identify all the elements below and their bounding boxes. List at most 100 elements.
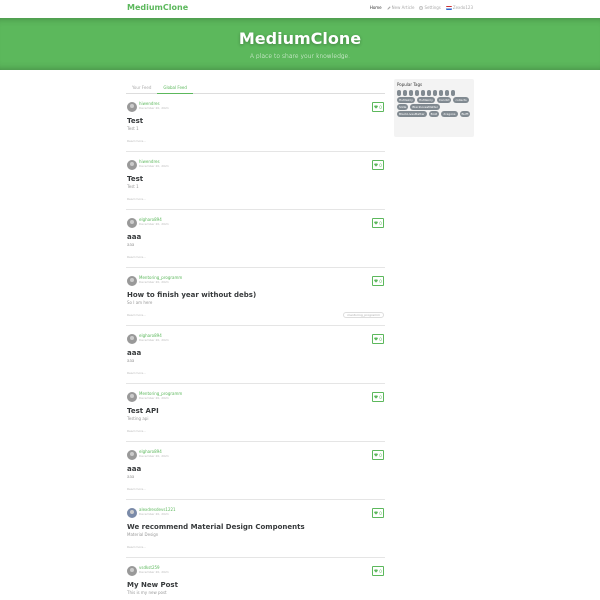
heart-icon: [374, 337, 379, 341]
heart-icon: [374, 395, 379, 399]
heart-icon: [374, 221, 379, 225]
popular-tags-sidebar: Popular Tags HuMainly HuMainly Candid colle…: [394, 79, 474, 137]
article-description: aaa: [127, 242, 135, 247]
tag-pill[interactable]: [421, 90, 425, 96]
heart-icon: [374, 279, 379, 283]
tag-pill[interactable]: [415, 90, 419, 96]
tag-pill[interactable]: BlackLivesMatter: [410, 104, 440, 110]
favorite-button[interactable]: 0: [372, 160, 384, 170]
read-more-link[interactable]: Read more...: [127, 371, 146, 375]
article-title[interactable]: aaa: [127, 233, 141, 241]
avatar[interactable]: [127, 508, 137, 518]
tag-pill[interactable]: [433, 90, 437, 96]
tag-pill[interactable]: [451, 90, 455, 96]
tag-pill[interactable]: [403, 90, 407, 96]
article-tag: mentoring_programm: [343, 312, 384, 318]
article-date: December 20, 2021: [139, 222, 169, 226]
tag-pill[interactable]: [439, 90, 443, 96]
article-preview: Mentoring_programm December 20, 2021 0 H…: [126, 268, 385, 326]
avatar[interactable]: [127, 392, 137, 402]
article-list: hiwendres December 20, 2021 0 Test Test …: [126, 94, 385, 600]
article-title[interactable]: Test API: [127, 407, 159, 415]
tab-global-feed[interactable]: Global Feed: [157, 82, 193, 94]
tag-list: HuMainly HuMainly Candid collects Slide Black…: [397, 90, 471, 117]
read-more-link[interactable]: Read more...: [127, 313, 146, 317]
avatar[interactable]: [127, 566, 137, 576]
article-preview: elgharo894 December 20, 2021 0 aaa aaa R…: [126, 210, 385, 268]
favorite-button[interactable]: 0: [372, 102, 384, 112]
article-title[interactable]: aaa: [127, 349, 141, 357]
nav-new-article[interactable]: New Article: [387, 5, 414, 10]
favorite-button[interactable]: 0: [372, 450, 384, 460]
article-title[interactable]: How to finish year without debs): [127, 291, 256, 299]
tag-pill[interactable]: [409, 90, 413, 96]
tag-pill[interactable]: Bold: [428, 111, 440, 117]
heart-icon: [374, 453, 379, 457]
favorite-count: 0: [379, 452, 382, 458]
avatar[interactable]: [127, 276, 137, 286]
tag-pill[interactable]: dragons: [441, 111, 458, 117]
favorite-button[interactable]: 0: [372, 392, 384, 402]
favorite-button[interactable]: 0: [372, 508, 384, 518]
avatar[interactable]: [127, 160, 137, 170]
tag-pill[interactable]: Candid: [436, 97, 452, 103]
article-preview: elgharo894 December 20, 2021 0 aaa aaa R…: [126, 326, 385, 384]
heart-icon: [374, 569, 379, 573]
pencil-icon: [387, 5, 391, 10]
tag-pill[interactable]: [397, 90, 401, 96]
article-title[interactable]: We recommend Material Design Components: [127, 523, 305, 531]
favorite-count: 0: [379, 162, 382, 168]
nav-profile[interactable]: Zexdo123: [445, 5, 473, 10]
sidebar-title: Popular Tags: [397, 82, 423, 87]
article-preview: alexdresdevs1221 December 20, 2021 0 We …: [126, 500, 385, 558]
tag-pill[interactable]: [445, 90, 449, 96]
article-preview: hiwendres December 20, 2021 0 Test Test …: [126, 152, 385, 210]
article-description: So I am here: [127, 300, 153, 305]
favorite-count: 0: [379, 104, 382, 110]
article-date: December 20, 2021: [139, 338, 169, 342]
article-title[interactable]: Test: [127, 175, 143, 183]
avatar[interactable]: [127, 102, 137, 112]
read-more-link[interactable]: Read more...: [127, 255, 146, 259]
tag-pill[interactable]: [427, 90, 431, 96]
nav-home[interactable]: Home: [370, 5, 382, 10]
article-title[interactable]: My New Post: [127, 581, 178, 589]
feed-tabs: Your Feed Global Feed: [126, 82, 385, 94]
favorite-button[interactable]: 0: [372, 566, 384, 576]
read-more-link[interactable]: Read more...: [127, 139, 146, 143]
read-more-link[interactable]: Read more...: [127, 545, 146, 549]
tag-pill[interactable]: BlackLivesMatter: [397, 111, 427, 117]
favorite-count: 0: [379, 336, 382, 342]
read-more-link[interactable]: Read more...: [127, 487, 146, 491]
article-date: December 20, 2021: [139, 106, 169, 110]
tab-your-feed[interactable]: Your Feed: [126, 82, 157, 93]
nav-settings[interactable]: Settings: [419, 5, 441, 10]
tag-pill[interactable]: HuMainly: [416, 97, 435, 103]
avatar[interactable]: [127, 218, 137, 228]
avatar[interactable]: [127, 334, 137, 344]
article-title[interactable]: Test: [127, 117, 143, 125]
article-title[interactable]: aaa: [127, 465, 141, 473]
read-more-link[interactable]: Read more...: [127, 429, 146, 433]
article-date: December 20, 2021: [139, 512, 169, 516]
article-description: aaa: [127, 474, 135, 479]
feed: Your Feed Global Feed hiwendres December…: [126, 82, 385, 600]
read-more-link[interactable]: Read more...: [127, 197, 146, 201]
article-preview: elgharo894 December 20, 2021 0 aaa aaa R…: [126, 442, 385, 500]
avatar[interactable]: [127, 450, 137, 460]
tag-pill[interactable]: Slide: [397, 104, 409, 110]
brand-logo[interactable]: MediumClone: [127, 3, 188, 12]
tag-pill[interactable]: collects: [453, 97, 469, 103]
favorite-button[interactable]: 0: [372, 276, 384, 286]
tag-pill[interactable]: HuMainly: [397, 97, 415, 103]
article-preview: vsdkst259 December 20, 2021 0 My New Pos…: [126, 558, 385, 600]
favorite-button[interactable]: 0: [372, 334, 384, 344]
banner-subtitle: A place to share your knowledge.: [249, 53, 351, 60]
article-description: Test 1: [127, 126, 139, 131]
article-preview: hiwendres December 20, 2021 0 Test Test …: [126, 94, 385, 152]
gear-icon: [419, 5, 424, 10]
tag-pill[interactable]: Buffi: [459, 111, 471, 117]
favorite-button[interactable]: 0: [372, 218, 384, 228]
article-date: December 20, 2021: [139, 280, 169, 284]
article-date: December 20, 2021: [139, 164, 169, 168]
